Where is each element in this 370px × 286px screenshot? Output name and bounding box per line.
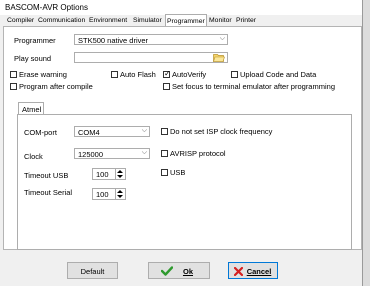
tab-communication[interactable]: Communication <box>37 16 86 26</box>
arrow-down-icon[interactable] <box>117 195 123 198</box>
com-port-select[interactable]: COM4 ⌵ <box>74 126 150 137</box>
play-sound-input[interactable] <box>74 52 228 63</box>
options-window: BASCOM-AVR Options Compiler Communicatio… <box>0 0 363 286</box>
tab-strip: Compiler Communication Environment Simul… <box>0 14 362 27</box>
spin-buttons[interactable] <box>115 189 125 199</box>
avrisp-label: AVRISP protocol <box>170 149 226 158</box>
window-title: BASCOM-AVR Options <box>5 3 88 12</box>
ok-button[interactable]: Ok <box>148 262 210 279</box>
arrow-up-icon[interactable] <box>117 190 123 193</box>
autoverify-checkbox[interactable] <box>163 69 171 79</box>
cancel-button-label: Cancel <box>247 267 272 276</box>
auto-flash-label: Auto Flash <box>120 70 156 79</box>
title-bar: BASCOM-AVR Options <box>0 0 362 15</box>
play-sound-label: Play sound <box>14 54 52 63</box>
program-after-compile-checkbox[interactable] <box>10 83 17 90</box>
default-button[interactable]: Default <box>67 262 118 279</box>
ok-button-label: Ok <box>183 267 193 276</box>
tab-atmel-label: Atmel <box>22 105 42 114</box>
tab-simulator[interactable]: Simulator <box>132 16 163 26</box>
erase-warning-label: Erase warning <box>19 70 67 79</box>
upload-code-checkbox[interactable] <box>231 71 238 78</box>
com-port-value: COM4 <box>78 128 100 137</box>
set-focus-label: Set focus to terminal emulator after pro… <box>172 82 335 91</box>
no-isp-clock-label: Do not set ISP clock frequency <box>170 127 273 136</box>
spin-buttons[interactable] <box>115 169 125 179</box>
tab-printer[interactable]: Printer <box>235 16 257 26</box>
arrow-down-icon[interactable] <box>117 175 123 178</box>
timeout-serial-value: 100 <box>96 190 109 199</box>
programmer-label: Programmer <box>14 36 56 45</box>
chevron-down-icon: ⌵ <box>141 149 147 156</box>
timeout-usb-value: 100 <box>96 170 109 179</box>
timeout-serial-spinner[interactable]: 100 <box>92 188 126 200</box>
tab-monitor[interactable]: Monitor <box>208 16 233 26</box>
atmel-group: COM-port COM4 ⌵ Clock 125000 ⌵ Timeout U… <box>17 114 352 250</box>
usb-checkbox[interactable] <box>161 169 168 176</box>
autoverify-label: AutoVerify <box>172 70 207 79</box>
avrisp-checkbox[interactable] <box>161 150 168 157</box>
check-icon <box>161 266 173 276</box>
upload-code-label: Upload Code and Data <box>240 70 317 79</box>
cancel-text: Cancel <box>246 267 272 276</box>
clock-value: 125000 <box>78 150 104 159</box>
erase-warning-checkbox[interactable] <box>10 71 17 78</box>
tab-environment[interactable]: Environment <box>88 16 128 26</box>
no-isp-clock-checkbox[interactable] <box>161 128 168 135</box>
usb-label: USB <box>170 168 186 177</box>
program-after-compile-label: Program after compile <box>19 82 93 91</box>
programmer-select[interactable]: STK500 native driver ⌵ <box>74 34 228 45</box>
chevron-down-icon: ⌵ <box>219 35 225 42</box>
ok-text: Ok <box>182 267 193 276</box>
auto-flash-checkbox[interactable] <box>111 71 118 78</box>
arrow-up-icon[interactable] <box>117 170 123 173</box>
timeout-usb-label: Timeout USB <box>24 171 69 180</box>
programmer-panel: Programmer STK500 native driver ⌵ Play s… <box>3 26 362 250</box>
clock-label: Clock <box>24 152 43 161</box>
set-focus-checkbox[interactable] <box>163 83 170 90</box>
timeout-serial-label: Timeout Serial <box>24 188 73 197</box>
folder-open-icon[interactable] <box>213 53 225 62</box>
cancel-button[interactable]: Cancel <box>228 262 278 279</box>
chevron-down-icon: ⌵ <box>141 127 147 134</box>
programmer-value: STK500 native driver <box>78 36 149 45</box>
clock-select[interactable]: 125000 ⌵ <box>74 148 150 159</box>
com-port-label: COM-port <box>24 128 57 137</box>
close-icon <box>234 267 243 276</box>
timeout-usb-spinner[interactable]: 100 <box>92 168 126 180</box>
default-button-label: Default <box>80 267 105 276</box>
tab-compiler[interactable]: Compiler <box>6 16 35 26</box>
